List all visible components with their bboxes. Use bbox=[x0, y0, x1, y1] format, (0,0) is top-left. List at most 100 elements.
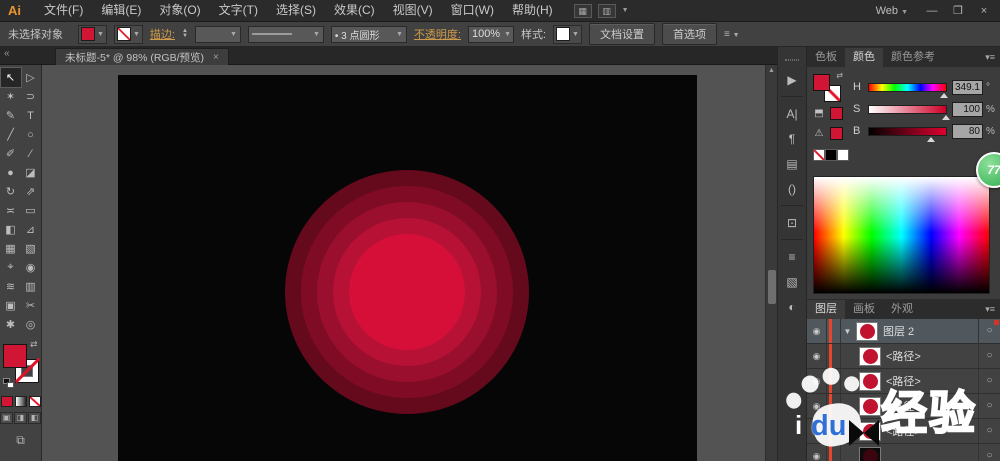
color-panel-tab-0[interactable]: 色板 bbox=[807, 48, 845, 67]
panel-swap-icon[interactable]: ⇄ bbox=[836, 71, 843, 80]
arrange-documents-icon[interactable]: ▦ bbox=[573, 3, 592, 18]
tool-gradient[interactable]: ▧ bbox=[21, 239, 41, 258]
gradient-button[interactable] bbox=[14, 396, 27, 407]
fill-color-combo[interactable]: ▼ bbox=[78, 24, 107, 44]
opacity-panel-link[interactable]: 不透明度: bbox=[414, 26, 461, 42]
transparency-panel-icon[interactable]: ◐ bbox=[778, 294, 806, 319]
paragraph-panel-icon[interactable]: ¶ bbox=[778, 126, 806, 151]
menu-item-4[interactable]: 选择(S) bbox=[267, 0, 325, 21]
slider-marker-H[interactable] bbox=[939, 92, 948, 98]
layers-panel-tab-2[interactable]: 外观 bbox=[883, 300, 921, 319]
tool-type[interactable]: T bbox=[21, 106, 41, 125]
control-panel-menu-icon[interactable]: ≡ ▼ bbox=[724, 29, 740, 40]
slider-track-S[interactable] bbox=[868, 104, 950, 120]
document-tab[interactable]: 未标题-5* @ 98% (RGB/预览) × bbox=[55, 48, 229, 65]
workspace-layout-dropdown-icon[interactable]: ▼ bbox=[622, 7, 629, 14]
slider-value-S[interactable]: 100 bbox=[952, 101, 983, 117]
window-restore-button[interactable]: ❐ bbox=[946, 1, 970, 21]
tool-perspective-grid[interactable]: ⊿ bbox=[21, 220, 41, 239]
layer-thumbnail[interactable] bbox=[856, 321, 878, 341]
tool-zoom[interactable]: ◎ bbox=[21, 315, 41, 334]
artwork-circle-4[interactable] bbox=[349, 234, 465, 350]
slider-value-B[interactable]: 80 bbox=[952, 123, 983, 139]
none-swatch[interactable] bbox=[813, 149, 825, 161]
tool-column-graph[interactable]: ▥ bbox=[21, 277, 41, 296]
tool-blob-brush[interactable]: ● bbox=[1, 163, 21, 182]
style-swatch[interactable] bbox=[556, 27, 571, 41]
document-setup-button[interactable]: 文档设置 bbox=[588, 23, 655, 45]
tool-hand[interactable]: ✱ bbox=[1, 315, 21, 334]
opentype-panel-icon[interactable]: () bbox=[778, 176, 806, 201]
none-button[interactable] bbox=[28, 396, 41, 407]
stroke-swatch[interactable] bbox=[116, 27, 131, 41]
gamut-warning-icon[interactable]: ⚠ bbox=[813, 128, 825, 139]
document-tab-close-icon[interactable]: × bbox=[213, 52, 219, 63]
stroke-panel-icon[interactable]: ≡ bbox=[778, 244, 806, 269]
character-panel-icon[interactable]: A| bbox=[778, 101, 806, 126]
slider-value-H[interactable]: 349.1 bbox=[952, 79, 983, 95]
color-panel-tab-1[interactable]: 颜色 bbox=[845, 48, 883, 67]
window-close-button[interactable]: × bbox=[972, 1, 996, 21]
default-fill-stroke-icon[interactable] bbox=[2, 378, 14, 388]
visibility-eye-icon[interactable]: ◉ bbox=[807, 344, 827, 368]
menu-item-2[interactable]: 对象(O) bbox=[150, 0, 209, 21]
tool-artboard[interactable]: ▣ bbox=[1, 296, 21, 315]
tool-rotate[interactable]: ↻ bbox=[1, 182, 21, 201]
white-swatch[interactable] bbox=[837, 149, 849, 161]
workspace-layout-icon[interactable]: ▥ bbox=[597, 3, 616, 18]
tool-pencil[interactable]: ∕ bbox=[21, 144, 41, 163]
web-color-swatch[interactable] bbox=[830, 107, 843, 120]
draw-inside-button[interactable]: ◧ bbox=[28, 412, 41, 424]
tool-eyedropper[interactable]: ⌖ bbox=[1, 258, 21, 277]
tool-pen[interactable]: ✎ bbox=[1, 106, 21, 125]
menu-item-5[interactable]: 效果(C) bbox=[325, 0, 384, 21]
slider-track-B[interactable] bbox=[868, 126, 947, 142]
menu-item-0[interactable]: 文件(F) bbox=[35, 0, 92, 21]
layer-expand-icon[interactable]: ▼ bbox=[841, 327, 854, 336]
slider-track-H[interactable] bbox=[868, 82, 948, 98]
screen-mode-button[interactable]: ⧉ bbox=[12, 433, 30, 448]
color-button[interactable] bbox=[0, 396, 13, 407]
gradient-panel-icon[interactable]: ▧ bbox=[778, 269, 806, 294]
preferences-button[interactable]: 首选项 bbox=[661, 23, 717, 45]
tool-scale[interactable]: ⇗ bbox=[21, 182, 41, 201]
toolbox-collapse-icon[interactable]: « bbox=[4, 48, 10, 59]
tool-free-transform[interactable]: ▭ bbox=[21, 201, 41, 220]
transform-panel-icon[interactable]: ⊡ bbox=[778, 210, 806, 235]
swap-fill-stroke-icon[interactable]: ⇄ bbox=[30, 340, 38, 349]
expand-panels-icon[interactable]: ▶ bbox=[778, 67, 806, 92]
tool-eraser[interactable]: ◪ bbox=[21, 163, 41, 182]
tool-width[interactable]: ≍ bbox=[1, 201, 21, 220]
stroke-weight-combo[interactable]: ▼ bbox=[194, 25, 241, 43]
slider-marker-B[interactable] bbox=[926, 136, 935, 142]
stroke-color-combo[interactable]: ▼ bbox=[113, 24, 143, 44]
tool-shape-builder[interactable]: ◧ bbox=[1, 220, 21, 239]
menu-item-8[interactable]: 帮助(H) bbox=[503, 0, 562, 21]
opacity-combo[interactable]: 100% ▼ bbox=[467, 25, 514, 43]
color-panel-menu-icon[interactable]: ▾≡ bbox=[985, 52, 995, 63]
scroll-up-arrow-icon[interactable]: ▲ bbox=[766, 65, 777, 77]
tool-symbol-sprayer[interactable]: ≋ bbox=[1, 277, 21, 296]
draw-behind-button[interactable]: ◨ bbox=[14, 412, 27, 424]
menu-item-1[interactable]: 编辑(E) bbox=[92, 0, 150, 21]
style-combo[interactable]: ▼ bbox=[553, 24, 582, 44]
gamut-color-swatch[interactable] bbox=[830, 127, 843, 140]
tool-selection[interactable]: ↖ bbox=[0, 67, 22, 88]
width-profile-combo[interactable]: ▼ bbox=[247, 25, 324, 43]
tool-blend[interactable]: ◉ bbox=[21, 258, 41, 277]
layers-panel-menu-icon[interactable]: ▾≡ bbox=[985, 304, 995, 315]
layers-panel-tab-1[interactable]: 画板 bbox=[845, 300, 883, 319]
layer-target-icon[interactable]: ○ bbox=[978, 344, 1000, 368]
fill-swatch[interactable] bbox=[81, 27, 95, 41]
brush-definition-combo[interactable]: • 3 点圆形 ▼ bbox=[330, 25, 407, 43]
stroke-panel-link[interactable]: 描边: bbox=[150, 26, 175, 42]
tool-slice[interactable]: ✂ bbox=[21, 296, 41, 315]
color-panel-tab-2[interactable]: 颜色参考 bbox=[883, 48, 943, 67]
paragraph-styles-panel-icon[interactable]: ▤ bbox=[778, 151, 806, 176]
tool-mesh[interactable]: ▦ bbox=[1, 239, 21, 258]
menu-item-3[interactable]: 文字(T) bbox=[210, 0, 267, 21]
layers-panel-tab-0[interactable]: 图层 bbox=[807, 300, 845, 319]
panel-fill-box[interactable] bbox=[813, 74, 830, 91]
slider-marker-S[interactable] bbox=[942, 114, 950, 120]
workspace-switcher[interactable]: Web ▼ bbox=[876, 5, 908, 17]
